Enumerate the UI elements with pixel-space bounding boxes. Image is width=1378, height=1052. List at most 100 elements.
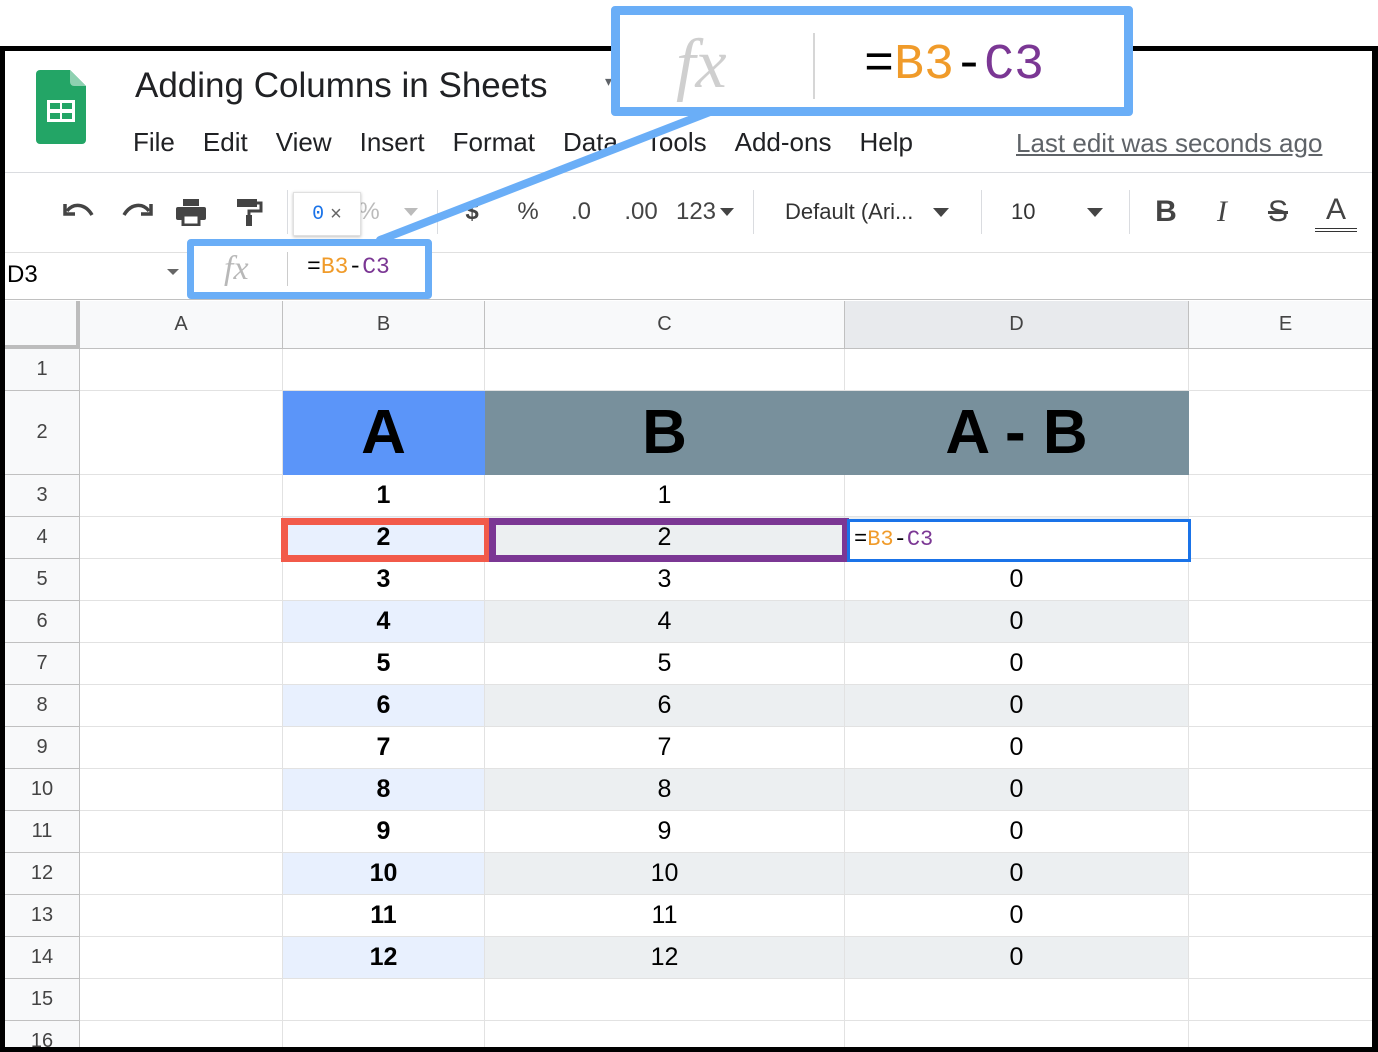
cell-d15[interactable] bbox=[845, 979, 1189, 1021]
column-header-d[interactable]: D bbox=[845, 301, 1189, 349]
cell-e13[interactable] bbox=[1189, 895, 1372, 937]
cell-a4[interactable] bbox=[80, 517, 283, 559]
cell-d16[interactable] bbox=[845, 1021, 1189, 1047]
italic-button[interactable]: I bbox=[1205, 192, 1239, 232]
cell-b3[interactable]: 1 bbox=[283, 475, 485, 517]
cell-e2[interactable] bbox=[1189, 391, 1372, 475]
cell-d6[interactable]: 0 bbox=[845, 601, 1189, 643]
increase-decimal-button[interactable]: .00 bbox=[617, 192, 665, 232]
cell-b14[interactable]: 12 bbox=[283, 937, 485, 979]
cell-b11[interactable]: 9 bbox=[283, 811, 485, 853]
menu-file[interactable]: File bbox=[133, 124, 189, 160]
menu-edit[interactable]: Edit bbox=[189, 124, 262, 160]
bold-button[interactable]: B bbox=[1149, 192, 1183, 232]
paint-format-icon[interactable] bbox=[229, 192, 269, 232]
cell-d7[interactable]: 0 bbox=[845, 643, 1189, 685]
row-header-14[interactable]: 14 bbox=[5, 937, 80, 979]
row-header-5[interactable]: 5 bbox=[5, 559, 80, 601]
last-edit-link[interactable]: Last edit was seconds ago bbox=[1016, 125, 1322, 161]
cell-d1[interactable] bbox=[845, 349, 1189, 391]
cell-c6[interactable]: 4 bbox=[485, 601, 845, 643]
cell-c13[interactable]: 11 bbox=[485, 895, 845, 937]
cell-e5[interactable] bbox=[1189, 559, 1372, 601]
cell-d12[interactable]: 0 bbox=[845, 853, 1189, 895]
row-header-13[interactable]: 13 bbox=[5, 895, 80, 937]
menu-insert[interactable]: Insert bbox=[346, 124, 439, 160]
select-all-corner[interactable] bbox=[5, 301, 80, 349]
row-header-1[interactable]: 1 bbox=[5, 349, 80, 391]
cell-e6[interactable] bbox=[1189, 601, 1372, 643]
cell-b1[interactable] bbox=[283, 349, 485, 391]
cell-a8[interactable] bbox=[80, 685, 283, 727]
row-header-16[interactable]: 16 bbox=[5, 1021, 80, 1047]
cell-a12[interactable] bbox=[80, 853, 283, 895]
percent-button[interactable]: % bbox=[513, 192, 543, 232]
row-header-8[interactable]: 8 bbox=[5, 685, 80, 727]
cell-b8[interactable]: 6 bbox=[283, 685, 485, 727]
row-header-2[interactable]: 2 bbox=[5, 391, 80, 475]
cell-a16[interactable] bbox=[80, 1021, 283, 1047]
strikethrough-button[interactable]: S bbox=[1261, 192, 1295, 232]
cell-e8[interactable] bbox=[1189, 685, 1372, 727]
formula-input[interactable]: =B3-C3 bbox=[307, 254, 390, 280]
print-icon[interactable] bbox=[171, 192, 211, 232]
cell-b6[interactable]: 4 bbox=[283, 601, 485, 643]
cell-b13[interactable]: 11 bbox=[283, 895, 485, 937]
cell-e7[interactable] bbox=[1189, 643, 1372, 685]
cell-e10[interactable] bbox=[1189, 769, 1372, 811]
cell-b15[interactable] bbox=[283, 979, 485, 1021]
cell-a5[interactable] bbox=[80, 559, 283, 601]
cell-c14[interactable]: 12 bbox=[485, 937, 845, 979]
row-header-3[interactable]: 3 bbox=[5, 475, 80, 517]
cell-d13[interactable]: 0 bbox=[845, 895, 1189, 937]
menu-tools[interactable]: Tools bbox=[632, 124, 721, 160]
cell-b9[interactable]: 7 bbox=[283, 727, 485, 769]
cell-a6[interactable] bbox=[80, 601, 283, 643]
cell-a11[interactable] bbox=[80, 811, 283, 853]
cell-b7[interactable]: 5 bbox=[283, 643, 485, 685]
decrease-decimal-button[interactable]: .0 bbox=[561, 192, 601, 232]
text-color-button[interactable]: A bbox=[1315, 192, 1357, 232]
row-header-4[interactable]: 4 bbox=[5, 517, 80, 559]
cell-c8[interactable]: 6 bbox=[485, 685, 845, 727]
menu-help[interactable]: Help bbox=[845, 124, 926, 160]
redo-icon[interactable] bbox=[117, 192, 157, 232]
cell-c9[interactable]: 7 bbox=[485, 727, 845, 769]
row-header-12[interactable]: 12 bbox=[5, 853, 80, 895]
tooltip-close-icon[interactable]: × bbox=[330, 203, 342, 226]
zoom-caret-icon[interactable] bbox=[398, 192, 424, 232]
undo-icon[interactable] bbox=[59, 192, 99, 232]
cell-e11[interactable] bbox=[1189, 811, 1372, 853]
sheets-logo-icon[interactable] bbox=[36, 70, 86, 144]
menu-view[interactable]: View bbox=[262, 124, 346, 160]
cell-e3[interactable] bbox=[1189, 475, 1372, 517]
cell-a9[interactable] bbox=[80, 727, 283, 769]
cell-c11[interactable]: 9 bbox=[485, 811, 845, 853]
cell-a14[interactable] bbox=[80, 937, 283, 979]
cell-c2[interactable]: B bbox=[485, 391, 845, 475]
cell-e14[interactable] bbox=[1189, 937, 1372, 979]
menu-format[interactable]: Format bbox=[439, 124, 549, 160]
cell-c3[interactable]: 1 bbox=[485, 475, 845, 517]
cell-b12[interactable]: 10 bbox=[283, 853, 485, 895]
cell-d10[interactable]: 0 bbox=[845, 769, 1189, 811]
cell-a3[interactable] bbox=[80, 475, 283, 517]
cell-e1[interactable] bbox=[1189, 349, 1372, 391]
cell-e4[interactable] bbox=[1189, 517, 1372, 559]
row-header-10[interactable]: 10 bbox=[5, 769, 80, 811]
cell-d9[interactable]: 0 bbox=[845, 727, 1189, 769]
cell-b16[interactable] bbox=[283, 1021, 485, 1047]
menu-data[interactable]: Data bbox=[549, 124, 632, 160]
cell-c7[interactable]: 5 bbox=[485, 643, 845, 685]
currency-button[interactable]: $ bbox=[457, 192, 487, 232]
row-header-7[interactable]: 7 bbox=[5, 643, 80, 685]
cell-a10[interactable] bbox=[80, 769, 283, 811]
cell-a2[interactable] bbox=[80, 391, 283, 475]
cell-d11[interactable]: 0 bbox=[845, 811, 1189, 853]
font-family-select[interactable]: Default (Ari... bbox=[785, 192, 965, 232]
cell-e12[interactable] bbox=[1189, 853, 1372, 895]
cell-c16[interactable] bbox=[485, 1021, 845, 1047]
cell-b10[interactable]: 8 bbox=[283, 769, 485, 811]
cell-a1[interactable] bbox=[80, 349, 283, 391]
name-box[interactable]: D3 bbox=[7, 261, 38, 289]
